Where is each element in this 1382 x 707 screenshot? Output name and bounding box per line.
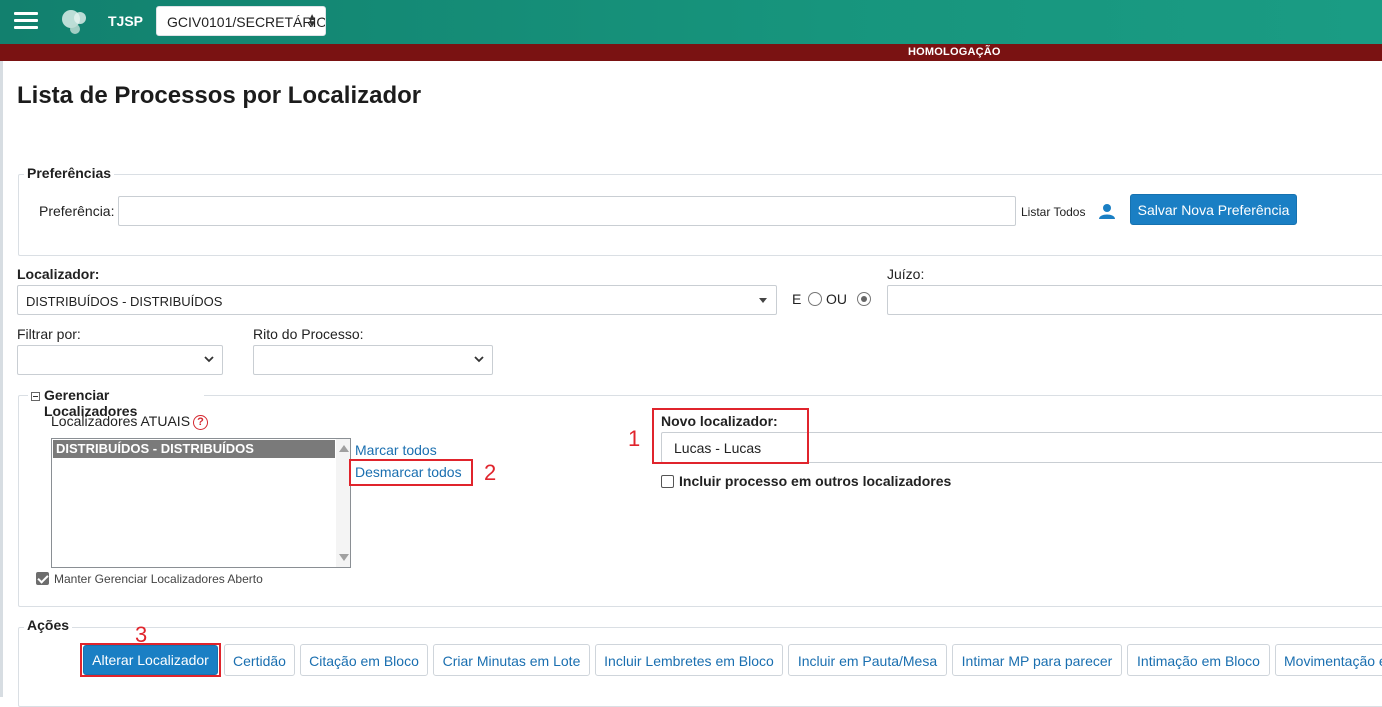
list-all-link[interactable]: Listar Todos xyxy=(1021,205,1085,219)
citacao-bloco-button[interactable]: Citação em Bloco xyxy=(300,644,428,676)
logic-and-radio[interactable] xyxy=(808,292,822,306)
rito-label: Rito do Processo: xyxy=(253,326,364,342)
scrollbar[interactable] xyxy=(336,439,350,567)
movimentacao-clip: Movimentação em Bloco xyxy=(1275,644,1382,676)
step-number-2: 2 xyxy=(484,460,497,485)
logic-or-label: OU xyxy=(826,291,847,307)
filtrar-select[interactable] xyxy=(17,345,223,375)
manage-legend: Gerenciar Localizadores xyxy=(28,387,204,419)
keep-open-checkbox[interactable] xyxy=(36,572,49,585)
juizo-input[interactable] xyxy=(887,285,1382,315)
keep-open-label: Manter Gerenciar Localizadores Aberto xyxy=(54,572,263,586)
highlight-box-1 xyxy=(652,408,809,464)
save-preference-button[interactable]: Salvar Nova Preferência xyxy=(1130,194,1297,225)
mark-all-link[interactable]: Marcar todos xyxy=(355,442,437,458)
preference-label: Preferência: xyxy=(39,203,114,219)
highlight-box-3 xyxy=(80,643,221,677)
help-icon[interactable]: ? xyxy=(193,414,209,430)
logic-or-radio[interactable] xyxy=(857,292,871,306)
dropdown-caret-icon xyxy=(759,298,767,303)
intimar-mp-button[interactable]: Intimar MP para parecer xyxy=(952,644,1122,676)
chevron-down-icon xyxy=(204,356,214,363)
juizo-label: Juízo: xyxy=(887,266,925,282)
current-locators-label-text: Localizadores ATUAIS xyxy=(51,413,191,429)
rito-select[interactable] xyxy=(253,345,493,375)
user-icon[interactable] xyxy=(1098,202,1116,220)
current-locators-list[interactable]: DISTRIBUÍDOS - DISTRIBUÍDOS xyxy=(51,438,351,568)
movimentacao-bloco-button[interactable]: Movimentação em Bloco xyxy=(1275,644,1382,676)
preference-input[interactable] xyxy=(118,196,1016,226)
preference-label-text: Preferência: xyxy=(39,203,115,219)
incluir-lembretes-button[interactable]: Incluir Lembretes em Bloco xyxy=(595,644,783,676)
scroll-down-icon[interactable] xyxy=(339,554,349,561)
incluir-pauta-button[interactable]: Incluir em Pauta/Mesa xyxy=(788,644,947,676)
org-select-value: GCIV0101/SECRETÁRIO xyxy=(167,14,326,30)
environment-label: HOMOLOGAÇÃO xyxy=(908,46,1001,58)
localizador-label: Localizador: xyxy=(17,266,100,282)
filtrar-label: Filtrar por: xyxy=(17,326,81,342)
logic-and-label: E xyxy=(792,291,802,307)
include-other-checkbox[interactable] xyxy=(661,475,674,488)
left-strip xyxy=(0,61,3,697)
org-select[interactable]: GCIV0101/SECRETÁRIO ▲ ▼ xyxy=(156,6,326,36)
certidao-button[interactable]: Certidão xyxy=(224,644,295,676)
app-name: TJSP xyxy=(108,13,144,29)
criar-minutas-button[interactable]: Criar Minutas em Lote xyxy=(433,644,590,676)
include-other-label: Incluir processo em outros localizadores xyxy=(679,473,952,489)
localizador-select[interactable]: DISTRIBUÍDOS - DISTRIBUÍDOS xyxy=(17,285,777,315)
chevron-down-icon xyxy=(474,356,484,363)
sort-arrows-icon: ▲ ▼ xyxy=(307,12,317,30)
list-item[interactable]: DISTRIBUÍDOS - DISTRIBUÍDOS xyxy=(53,440,335,458)
highlight-box-2 xyxy=(349,459,473,486)
step-number-1: 1 xyxy=(628,426,641,451)
collapse-icon[interactable] xyxy=(31,392,40,401)
current-locators-label: Localizadores ATUAIS? xyxy=(51,413,209,430)
preferences-legend: Preferências xyxy=(24,165,115,181)
menu-icon[interactable] xyxy=(14,12,38,32)
logo-icon xyxy=(58,6,94,38)
environment-bar: HOMOLOGAÇÃO xyxy=(0,44,1382,61)
intimacao-bloco-button[interactable]: Intimação em Bloco xyxy=(1127,644,1270,676)
localizador-select-value: DISTRIBUÍDOS - DISTRIBUÍDOS xyxy=(26,294,223,309)
page-title: Lista de Processos por Localizador xyxy=(17,82,422,109)
scroll-up-icon[interactable] xyxy=(339,445,349,452)
actions-legend: Ações xyxy=(24,617,73,633)
